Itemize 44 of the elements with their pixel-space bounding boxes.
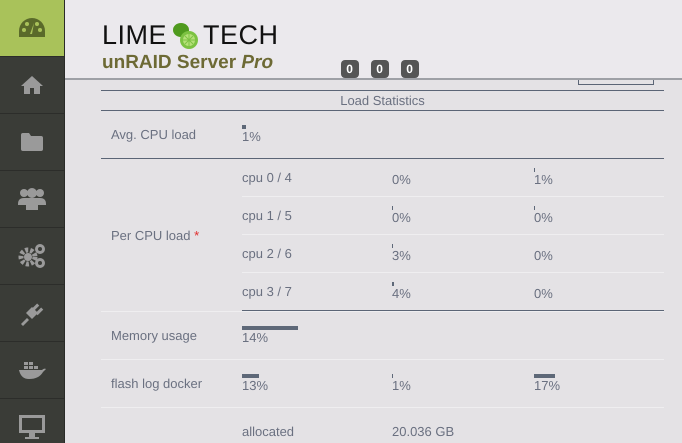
usage-value: 0% — [392, 210, 411, 226]
cpu-label: cpu 3 / 7 — [242, 284, 293, 299]
usage-value: 3% — [392, 248, 411, 264]
usage-value: 1% — [534, 172, 553, 188]
usage-value: 4% — [392, 286, 411, 302]
sidebar-item[interactable] — [0, 0, 64, 57]
table-cell-text: 20.036 GB — [392, 424, 456, 439]
row-label: Memory usage — [110, 328, 198, 343]
usage-value: 0% — [534, 248, 553, 264]
usage-bar — [242, 124, 246, 128]
folder-icon — [20, 132, 44, 152]
users-icon — [18, 187, 46, 211]
usage-value: 0% — [534, 286, 553, 302]
usage-bar — [242, 374, 259, 378]
usage-value: 1% — [392, 378, 411, 394]
usage-value: 13% — [242, 378, 268, 394]
gears-icon — [18, 243, 46, 269]
row-label: flash log docker — [110, 376, 204, 391]
cpu-label: cpu 1 / 5 — [242, 208, 293, 223]
monitor-icon — [18, 414, 46, 440]
row-label: Avg. CPU load — [110, 127, 198, 142]
brand-name: LIME — [102, 21, 168, 49]
outlined-button[interactable] — [578, 80, 654, 85]
usage-value: 0% — [534, 210, 553, 226]
product-name: unRAID Server Pro — [102, 52, 274, 74]
table-title: Load Statistics — [101, 91, 664, 111]
cpu-label: cpu 2 / 6 — [242, 246, 293, 261]
brand-name: TECH — [203, 21, 279, 49]
usage-value: 17% — [534, 378, 560, 394]
usage-value: 14% — [242, 330, 268, 346]
usage-value: 1% — [242, 128, 261, 144]
lime-icon — [170, 20, 200, 50]
whale-icon — [18, 360, 46, 380]
usage-bar — [534, 374, 555, 378]
home-icon — [20, 75, 44, 95]
row-label: Per CPU load * — [110, 228, 200, 242]
cpu-label: cpu 0 / 4 — [242, 170, 293, 185]
count-badge: 0 — [400, 60, 419, 78]
gauge-icon — [18, 17, 46, 39]
count-badge: 0 — [340, 60, 359, 78]
table-cell-text: allocated — [242, 424, 296, 439]
usage-value: 0% — [392, 172, 411, 188]
count-badge: 0 — [370, 60, 389, 78]
usage-bar — [242, 326, 298, 330]
